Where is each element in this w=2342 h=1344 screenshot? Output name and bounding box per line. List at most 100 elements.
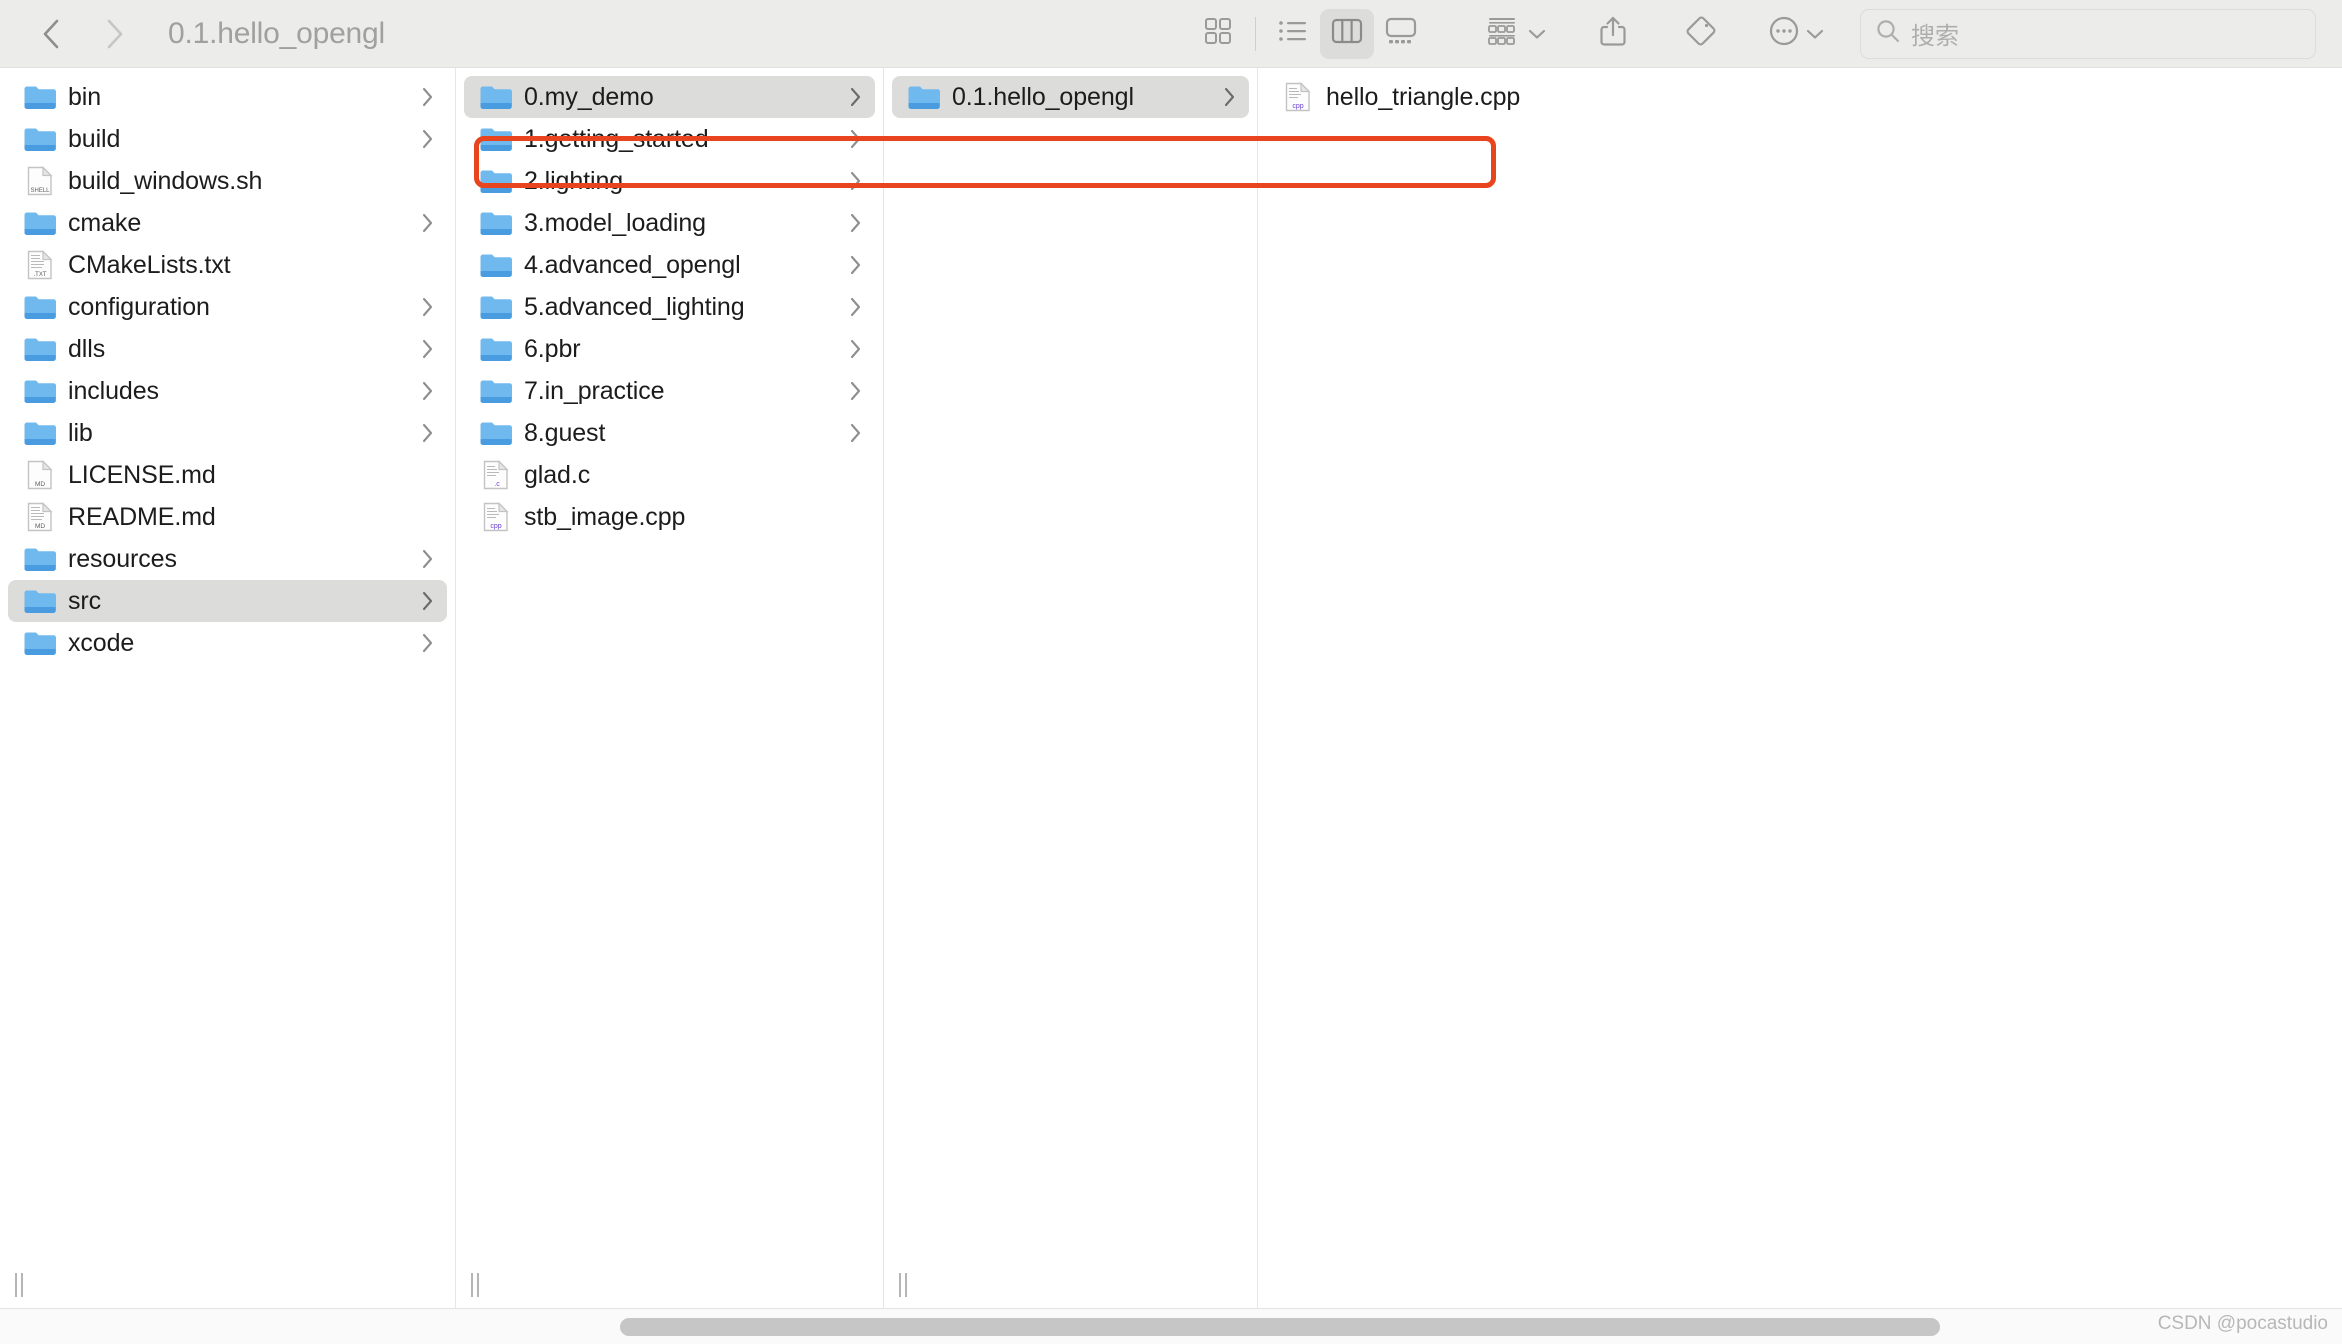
share-button[interactable]: [1586, 9, 1640, 59]
list-item[interactable]: cmake: [8, 202, 447, 244]
toolbar: 0.1.hello_opengl 搜索: [0, 0, 2342, 68]
disclosure-chevron-icon[interactable]: [421, 632, 439, 654]
item-label: 2.lighting: [524, 166, 624, 195]
more-options-button[interactable]: [1762, 9, 1830, 59]
column-4: cpp hello_triangle.cpp: [1258, 68, 2342, 1308]
folder-icon: [22, 543, 58, 575]
item-label: lib: [68, 418, 93, 447]
list-item[interactable]: build: [8, 118, 447, 160]
item-label: configuration: [68, 292, 210, 321]
disclosure-chevron-icon[interactable]: [849, 338, 867, 360]
disclosure-chevron-icon[interactable]: [849, 170, 867, 192]
group-by-button[interactable]: [1480, 9, 1552, 59]
search-field[interactable]: 搜索: [1860, 8, 2316, 59]
list-item[interactable]: 6.pbr: [464, 328, 875, 370]
column-3-footer: [884, 1262, 1257, 1308]
list-item[interactable]: .c glad.c: [464, 454, 875, 496]
list-item-selected-my-demo[interactable]: 0.my_demo: [464, 76, 875, 118]
disclosure-chevron-icon[interactable]: [421, 86, 439, 108]
disclosure-chevron-icon[interactable]: [849, 380, 867, 402]
list-item[interactable]: bin: [8, 76, 447, 118]
column-browser: bin build SHELL build_windows.sh cmake .…: [0, 68, 2342, 1308]
svg-text:.c: .c: [494, 481, 500, 488]
list-item[interactable]: 1.getting_started: [464, 118, 875, 160]
forward-button[interactable]: [100, 17, 130, 51]
folder-icon: [478, 207, 514, 239]
column-4-list: cpp hello_triangle.cpp: [1258, 68, 2342, 1262]
folder-icon: [22, 291, 58, 323]
list-item[interactable]: 8.guest: [464, 412, 875, 454]
disclosure-chevron-icon[interactable]: [421, 590, 439, 612]
disclosure-chevron-icon[interactable]: [421, 422, 439, 444]
list-item[interactable]: .TXT CMakeLists.txt: [8, 244, 447, 286]
list-item[interactable]: lib: [8, 412, 447, 454]
horizontal-scrollbar[interactable]: CSDN @pocastudio: [0, 1308, 2342, 1344]
list-view-button[interactable]: [1266, 9, 1320, 59]
folder-icon: [478, 81, 514, 113]
list-item[interactable]: 5.advanced_lighting: [464, 286, 875, 328]
column-resize-handle[interactable]: [466, 1271, 484, 1299]
gallery-view-button[interactable]: [1374, 9, 1428, 59]
item-label: cmake: [68, 208, 142, 237]
column-view-button[interactable]: [1320, 8, 1374, 59]
page-title: 0.1.hello_opengl: [168, 16, 385, 50]
folder-icon: [478, 249, 514, 281]
item-label: 3.model_loading: [524, 208, 706, 237]
search-icon: [1875, 18, 1901, 49]
item-label: build: [68, 124, 121, 153]
svg-text:SHELL: SHELL: [30, 188, 50, 194]
disclosure-chevron-icon[interactable]: [849, 86, 867, 108]
list-item-hello-triangle[interactable]: cpp hello_triangle.cpp: [1266, 76, 2334, 118]
list-item[interactable]: MD README.md: [8, 496, 447, 538]
column-1: bin build SHELL build_windows.sh cmake .…: [0, 68, 456, 1308]
list-item[interactable]: includes: [8, 370, 447, 412]
svg-text:.TXT: .TXT: [34, 272, 47, 278]
disclosure-chevron-icon[interactable]: [421, 338, 439, 360]
item-label: bin: [68, 82, 102, 111]
list-item[interactable]: 7.in_practice: [464, 370, 875, 412]
disclosure-chevron-icon[interactable]: [421, 212, 439, 234]
list-item[interactable]: 3.model_loading: [464, 202, 875, 244]
item-label: stb_image.cpp: [524, 502, 686, 531]
list-item[interactable]: cpp stb_image.cpp: [464, 496, 875, 538]
item-label: README.md: [68, 502, 216, 531]
column-resize-handle[interactable]: [10, 1271, 28, 1299]
disclosure-chevron-icon[interactable]: [849, 422, 867, 444]
column-resize-handle[interactable]: [894, 1271, 912, 1299]
list-item[interactable]: 2.lighting: [464, 160, 875, 202]
view-mode-group: [1191, 8, 1428, 59]
list-item[interactable]: SHELL build_windows.sh: [8, 160, 447, 202]
disclosure-chevron-icon[interactable]: [849, 254, 867, 276]
item-label: LICENSE.md: [68, 460, 216, 489]
item-label: 0.my_demo: [524, 82, 654, 111]
list-item[interactable]: xcode: [8, 622, 447, 664]
list-item[interactable]: configuration: [8, 286, 447, 328]
disclosure-chevron-icon[interactable]: [849, 212, 867, 234]
disclosure-chevron-icon[interactable]: [849, 296, 867, 318]
toolbar-divider: [1255, 16, 1256, 51]
list-item-selected-hello-opengl[interactable]: 0.1.hello_opengl: [892, 76, 1249, 118]
scrollbar-thumb[interactable]: [620, 1318, 1940, 1336]
tags-button[interactable]: [1674, 9, 1728, 59]
list-item[interactable]: MD LICENSE.md: [8, 454, 447, 496]
item-label: 4.advanced_opengl: [524, 250, 741, 279]
list-item[interactable]: 4.advanced_opengl: [464, 244, 875, 286]
disclosure-chevron-icon[interactable]: [849, 128, 867, 150]
search-input[interactable]: 搜索: [1911, 16, 1959, 51]
icon-view-button[interactable]: [1191, 9, 1245, 59]
list-item-selected-src[interactable]: src: [8, 580, 447, 622]
list-item[interactable]: resources: [8, 538, 447, 580]
disclosure-chevron-icon[interactable]: [421, 548, 439, 570]
back-button[interactable]: [36, 17, 66, 51]
item-label: dlls: [68, 334, 106, 363]
disclosure-chevron-icon[interactable]: [421, 380, 439, 402]
item-label: src: [68, 586, 102, 615]
disclosure-chevron-icon[interactable]: [421, 128, 439, 150]
item-label: 8.guest: [524, 418, 606, 447]
list-item[interactable]: dlls: [8, 328, 447, 370]
column-2-list: 0.my_demo 1.getting_started 2.lighting 3…: [456, 68, 883, 1262]
disclosure-chevron-icon[interactable]: [421, 296, 439, 318]
disclosure-chevron-icon[interactable]: [1223, 86, 1241, 108]
column-1-list: bin build SHELL build_windows.sh cmake .…: [0, 68, 455, 1262]
folder-icon: [22, 375, 58, 407]
